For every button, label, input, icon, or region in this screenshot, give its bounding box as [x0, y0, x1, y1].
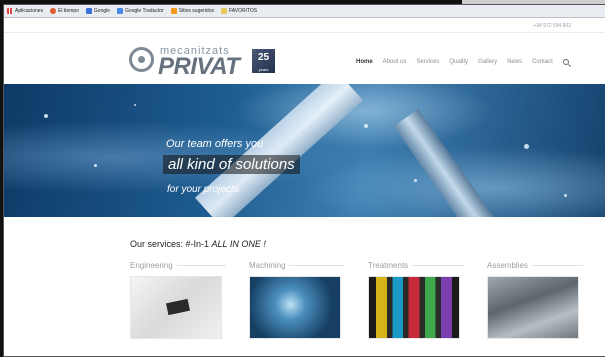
nav-services[interactable]: Services [416, 59, 439, 65]
nav-news[interactable]: News [507, 59, 522, 65]
service-card-engineering[interactable]: Engineering [130, 261, 226, 339]
bookmark-label: El tiempo [58, 8, 79, 14]
service-label: Assemblies [487, 261, 528, 270]
assemblies-image[interactable] [487, 276, 579, 339]
services-heading: Our services: #-In-1 ALL IN ONE ! [130, 239, 266, 249]
nav-gallery[interactable]: Gallery [478, 59, 497, 65]
hero-spark [134, 104, 136, 106]
services-heading-emphasis: ALL IN ONE ! [211, 239, 266, 249]
bookmark-apps[interactable]: Aplicaciones [7, 8, 43, 14]
bookmark-google[interactable]: Google [85, 8, 111, 14]
bookmark-suggested-sites[interactable]: Sitios sugeridos [170, 8, 214, 14]
nav-about-us[interactable]: About us [383, 59, 407, 65]
bookmark-label: FAVORITOS [228, 8, 258, 14]
hero-spark [364, 124, 368, 128]
service-card-treatments[interactable]: Treatments [368, 261, 464, 339]
translate-icon [117, 8, 124, 14]
suggested-sites-icon [170, 8, 177, 14]
folder-icon [220, 8, 227, 14]
divider [412, 265, 464, 266]
site-header: mecanitzats PRIVAT 25 years Home About u… [4, 34, 605, 86]
nav-quality[interactable]: Quality [449, 59, 468, 65]
hero-tagline-1: Our team offers you [166, 138, 264, 150]
apps-icon [7, 8, 13, 14]
phone-number[interactable]: +34 972 594 602 [533, 23, 571, 29]
logo-big-text: PRIVAT [158, 53, 240, 80]
machining-image[interactable] [249, 276, 341, 339]
bookmark-translate[interactable]: Google Traductor [117, 8, 164, 14]
logo-mark-icon [129, 47, 154, 72]
bookmark-label: Google [93, 8, 111, 14]
browser-window: Aplicaciones El tiempo Google Google Tra… [3, 4, 605, 357]
treatments-image[interactable] [368, 276, 460, 339]
service-label: Treatments [368, 261, 409, 270]
bookmark-favorites-folder[interactable]: FAVORITOS [220, 8, 258, 14]
services-heading-prefix: Our services: #-In-1 [130, 239, 212, 249]
nav-contact[interactable]: Contact [532, 59, 553, 65]
divider [176, 265, 226, 266]
hero-tagline-3: for your projects [167, 184, 239, 195]
divider [289, 265, 345, 266]
hero-spark [414, 179, 417, 182]
badge-subtext: years [258, 67, 269, 72]
bookmark-weather[interactable]: El tiempo [50, 8, 79, 14]
search-icon[interactable] [562, 59, 569, 65]
contact-bar: +34 972 594 602 [4, 19, 605, 33]
google-icon [85, 8, 92, 14]
hero-spark [564, 194, 567, 197]
bookmark-label: Google Traductor [125, 8, 164, 14]
hero-spark [44, 114, 48, 118]
hero-spark [524, 144, 529, 149]
engineering-image[interactable] [130, 276, 222, 339]
service-label: Machining [249, 261, 286, 270]
service-card-machining[interactable]: Machining [249, 261, 345, 339]
service-label: Engineering [130, 261, 173, 270]
site-logo[interactable]: mecanitzats PRIVAT 25 years [127, 44, 279, 80]
badge-number: 25 [257, 52, 270, 63]
hero-tagline-2: all kind of solutions [163, 155, 300, 174]
bookmark-label: Sitios sugeridos [178, 8, 214, 14]
anniversary-badge: 25 years [252, 49, 275, 73]
main-nav: Home About us Services Quality Gallery N… [356, 59, 569, 65]
hero-spark [94, 164, 97, 167]
divider [531, 265, 583, 266]
nav-home[interactable]: Home [356, 59, 373, 65]
hero-banner: Our team offers you all kind of solution… [4, 84, 605, 217]
hero-drill-tool-graphic [195, 84, 363, 217]
weather-icon [50, 8, 57, 14]
bookmark-label: Aplicaciones [15, 8, 44, 14]
service-card-assemblies[interactable]: Assemblies [487, 261, 583, 339]
browser-screenshot: Aplicaciones El tiempo Google Google Tra… [0, 0, 605, 357]
hero-machine-part-graphic [393, 108, 505, 217]
bookmarks-bar: Aplicaciones El tiempo Google Google Tra… [4, 5, 605, 18]
